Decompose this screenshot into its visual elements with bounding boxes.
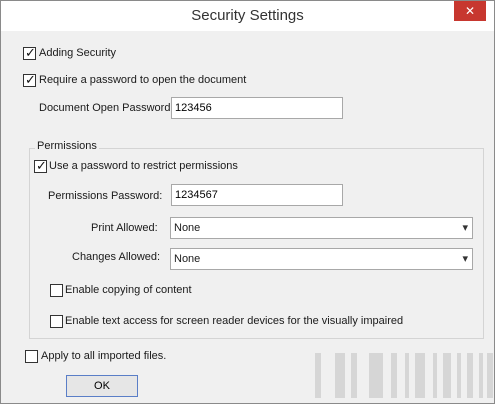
watermark-bar xyxy=(405,353,409,398)
check-icon: ✓ xyxy=(25,45,36,60)
watermark-bar xyxy=(415,353,425,398)
require-password-checkbox[interactable]: ✓ xyxy=(23,72,36,87)
use-permissions-password-checkbox[interactable]: ✓ xyxy=(34,158,47,173)
print-allowed-value: None xyxy=(174,222,201,234)
print-allowed-label: Print Allowed: xyxy=(91,222,158,234)
chevron-down-icon: ▾ xyxy=(462,222,468,234)
changes-allowed-label: Changes Allowed: xyxy=(72,251,161,263)
permissions-group-title: Permissions xyxy=(35,140,99,152)
use-permissions-password-label: Use a password to restrict permissions xyxy=(49,160,238,172)
print-allowed-select[interactable]: None ▾ xyxy=(170,217,473,239)
watermark-bar xyxy=(487,353,493,398)
open-password-input[interactable] xyxy=(171,97,343,119)
open-password-label: Document Open Password: xyxy=(39,102,174,114)
watermark-bars xyxy=(311,353,494,398)
enable-text-access-label: Enable text access for screen reader dev… xyxy=(65,315,404,327)
permissions-group xyxy=(29,148,484,339)
adding-security-checkbox[interactable]: ✓ xyxy=(23,45,36,60)
watermark-bar xyxy=(443,353,451,398)
close-button[interactable]: ✕ xyxy=(454,1,486,21)
watermark-bar xyxy=(315,353,321,398)
watermark-bar xyxy=(391,353,397,398)
changes-allowed-select[interactable]: None ▾ xyxy=(170,248,473,270)
adding-security-label: Adding Security xyxy=(39,47,117,59)
watermark-bar xyxy=(457,353,461,398)
window-title: Security Settings xyxy=(191,7,304,24)
watermark-bar xyxy=(369,353,383,398)
ok-button[interactable]: OK xyxy=(66,375,138,397)
permissions-password-input[interactable] xyxy=(171,184,343,206)
title-bar: Security Settings ✕ xyxy=(1,1,494,31)
check-icon: ✓ xyxy=(36,158,47,173)
enable-copying-label: Enable copying of content xyxy=(65,284,192,296)
apply-all-checkbox[interactable] xyxy=(25,350,38,363)
enable-text-access-checkbox[interactable] xyxy=(50,315,63,328)
require-password-label: Require a password to open the document xyxy=(39,74,247,86)
security-settings-dialog: Security Settings ✕ ✓ Adding Security ✓ … xyxy=(0,0,495,404)
watermark-bar xyxy=(351,353,357,398)
watermark-bar xyxy=(467,353,473,398)
enable-copying-checkbox[interactable] xyxy=(50,284,63,297)
watermark-bar xyxy=(479,353,483,398)
watermark-bar xyxy=(335,353,345,398)
chevron-down-icon: ▾ xyxy=(462,253,468,265)
check-icon: ✓ xyxy=(25,72,36,87)
apply-all-label: Apply to all imported files. xyxy=(41,350,167,362)
changes-allowed-value: None xyxy=(174,253,201,265)
watermark-bar xyxy=(433,353,437,398)
close-icon: ✕ xyxy=(464,4,476,18)
permissions-password-label: Permissions Password: xyxy=(48,190,163,202)
